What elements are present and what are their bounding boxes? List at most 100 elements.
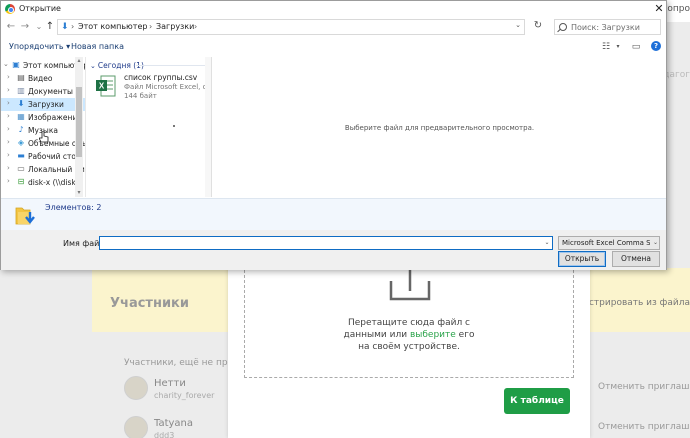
chevron-right-icon[interactable]: › [7,164,10,172]
up-arrow-icon[interactable]: ↑ [44,20,56,34]
chevron-right-icon[interactable]: › [7,73,10,81]
forward-arrow-icon[interactable]: → [19,20,31,34]
nav-item-label: Документы [28,87,73,96]
chevron-right-icon[interactable]: › [7,138,10,146]
hand-cursor-icon [39,131,49,143]
participants-title: Участники [110,296,189,311]
new-folder-button[interactable]: Новая папка [71,42,124,51]
close-button[interactable]: ✕ [651,2,667,16]
dialog-titlebar[interactable]: Открытие ✕ [1,1,666,17]
breadcrumb-this-pc[interactable]: Этот компьютер [78,22,147,32]
group-divider [136,65,206,66]
nav-item-documents[interactable]: › ▥ Документы [1,85,85,98]
nav-item-label: Видео [28,74,53,83]
address-bar[interactable]: ⬇ › Этот компьютер › Загрузки › [57,19,525,35]
chrome-icon [5,4,15,14]
breadcrumb-downloads[interactable]: Загрузки [156,22,194,32]
navigation-scrollbar[interactable]: ▴ ▾ [75,57,83,197]
search-placeholder: Поиск: Загрузки [571,23,640,32]
nav-item-video[interactable]: › ▤ Видео [1,72,85,85]
details-pane: Элементов: 2 [1,198,666,230]
pending-participants-title: Участники, ещё не приня [124,358,245,368]
avatar [124,376,148,400]
refresh-icon[interactable]: ↻ [531,19,545,33]
to-table-button[interactable]: К таблице [504,388,570,414]
upload-modal: Перетащите сюда файл с данными или выбер… [228,245,590,438]
nav-item-downloads[interactable]: › ⬇ Загрузки [1,98,85,111]
dropzone-line-3: на своём устройстве. [358,342,460,352]
filename-dropdown-chevron-icon[interactable]: ⌄ [541,236,553,250]
scrollbar-thumb[interactable] [76,87,82,157]
participant-username: charity_forever [154,391,215,400]
downloads-folder-icon: ⬇ [61,22,69,32]
breadcrumb-separator: › [149,22,153,31]
file-open-dialog: Открытие ✕ ← → ⌄ ↑ ⬇ › Этот компьютер › … [0,0,667,270]
chevron-down-icon[interactable]: ⌄ [3,60,9,68]
chevron-right-icon[interactable]: › [7,99,10,107]
help-icon[interactable]: ? [651,41,661,51]
desktop-icon: ▬ [17,151,25,160]
items-count: Элементов: 2 [45,203,102,212]
participant-name: Tatyana [154,418,194,429]
scroll-down-arrow-icon[interactable]: ▾ [75,189,83,197]
preview-pane: Выберите файл для предварительного просм… [211,57,667,197]
nav-item-desktop[interactable]: › ▬ Рабочий стол [1,150,85,163]
back-arrow-icon[interactable]: ← [5,20,17,34]
chevron-right-icon[interactable]: › [7,151,10,159]
breadcrumb-separator: › [71,22,75,31]
breadcrumb-separator: › [194,22,198,31]
dropzone-line-2-end: его [455,330,475,340]
dialog-bottom-bar: Имя файла: ⌄ Microsoft Excel Comma Separ… [1,230,666,270]
3d-objects-icon: ◈ [17,138,25,147]
network-drive-icon: ⊟ [17,177,25,186]
dropzone-line-2-start: данными или [343,330,410,340]
filetype-value: Microsoft Excel Comma Separated Values F… [562,239,650,247]
nav-item-disk-x[interactable]: › ⊟ disk-x (\\diskx) ( [1,176,85,189]
svg-text:X: X [99,82,105,91]
file-name: список группы.csv [124,73,198,82]
search-input[interactable]: Поиск: Загрузки [554,19,661,35]
view-dropdown-chevron-icon[interactable]: ▾ [611,41,625,53]
stray-dot [173,125,175,127]
avatar [124,416,148,438]
file-list: ⌄ Сегодня (1) X список группы.csv Файл Mi… [85,57,211,197]
file-type: Файл Microsoft Excel, содержащий значени… [124,83,210,91]
filetype-select[interactable]: Microsoft Excel Comma Separated Values F… [558,236,660,250]
nav-item-images[interactable]: › ▦ Изображения [1,111,85,124]
file-size: 144 байт [124,92,157,100]
chevron-right-icon[interactable]: › [7,86,10,94]
participant-name: Нетти [154,378,186,389]
excel-csv-file-icon: X [96,75,116,97]
images-icon: ▦ [17,112,25,121]
open-button[interactable]: Открыть [558,251,606,267]
address-dropdown-chevron-icon[interactable]: ⌄ [511,17,525,33]
nav-item-label: Рабочий стол [28,152,81,161]
dropzone-line-2: данными или выберите его [245,329,573,341]
choose-file-link[interactable]: выберите [410,330,456,340]
downloads-folder-icon [15,207,35,225]
cancel-button[interactable]: Отмена [612,251,660,267]
nav-item-label: Изображения [28,113,82,122]
participant-username: ddd3 [154,431,175,438]
filename-input[interactable] [99,236,553,250]
organize-button[interactable]: Упорядочить ▾ [9,42,70,51]
search-icon [559,23,567,31]
nav-item-this-pc[interactable]: ⌄ ▣ Этот компьютер [1,59,85,72]
chevron-right-icon[interactable]: › [7,177,10,185]
scroll-up-arrow-icon[interactable]: ▴ [75,57,83,65]
downloads-icon: ⬇ [17,99,25,108]
preview-pane-icon[interactable]: ▭ [629,41,643,53]
chevron-right-icon[interactable]: › [7,112,10,120]
preview-message: Выберите файл для предварительного просм… [344,124,535,132]
nav-item-local-disk[interactable]: › ▭ Локальный дис [1,163,85,176]
computer-icon: ▣ [12,60,20,69]
chevron-right-icon[interactable]: › [7,125,10,133]
dropzone-line-1: Перетащите сюда файл с [347,318,471,328]
cancel-invite-link[interactable]: Отменить приглашение [598,422,690,432]
nav-item-label: Загрузки [28,100,64,109]
dropzone-instructions: Перетащите сюда файл с данными или выбер… [245,317,573,353]
music-icon: ♪ [18,125,24,134]
cancel-invite-link[interactable]: Отменить приглашение [598,382,690,392]
file-item[interactable]: X список группы.csv Файл Microsoft Excel… [96,73,210,103]
dialog-toolbar: Упорядочить ▾ Новая папка ☷ ▾ ▭ [1,39,666,55]
